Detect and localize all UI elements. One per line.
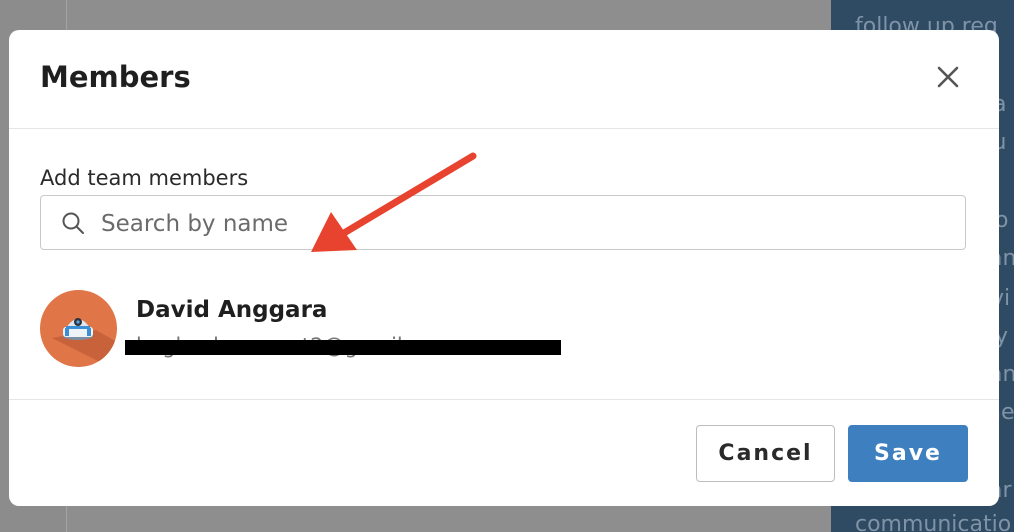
close-icon bbox=[937, 66, 959, 88]
search-input[interactable] bbox=[99, 204, 943, 244]
robot-avatar-icon bbox=[52, 318, 117, 367]
member-name: David Anggara bbox=[136, 297, 328, 323]
avatar bbox=[40, 290, 117, 367]
cancel-button[interactable]: Cancel bbox=[696, 425, 835, 482]
members-modal: Members Add team members Search by name … bbox=[9, 30, 999, 506]
member-list-item[interactable]: David Anggara bagbushaccount2@gmail.com bbox=[40, 290, 940, 370]
save-button[interactable]: Save bbox=[848, 425, 968, 482]
modal-header: Members bbox=[9, 30, 999, 129]
search-field-label: Add team members bbox=[40, 166, 249, 190]
search-icon bbox=[62, 212, 84, 234]
background-text: communicatio bbox=[855, 512, 1012, 532]
redaction-bar bbox=[125, 340, 561, 355]
modal-title: Members bbox=[40, 60, 191, 94]
search-box[interactable] bbox=[40, 195, 966, 250]
close-button[interactable] bbox=[935, 64, 963, 92]
footer-divider bbox=[9, 399, 999, 400]
